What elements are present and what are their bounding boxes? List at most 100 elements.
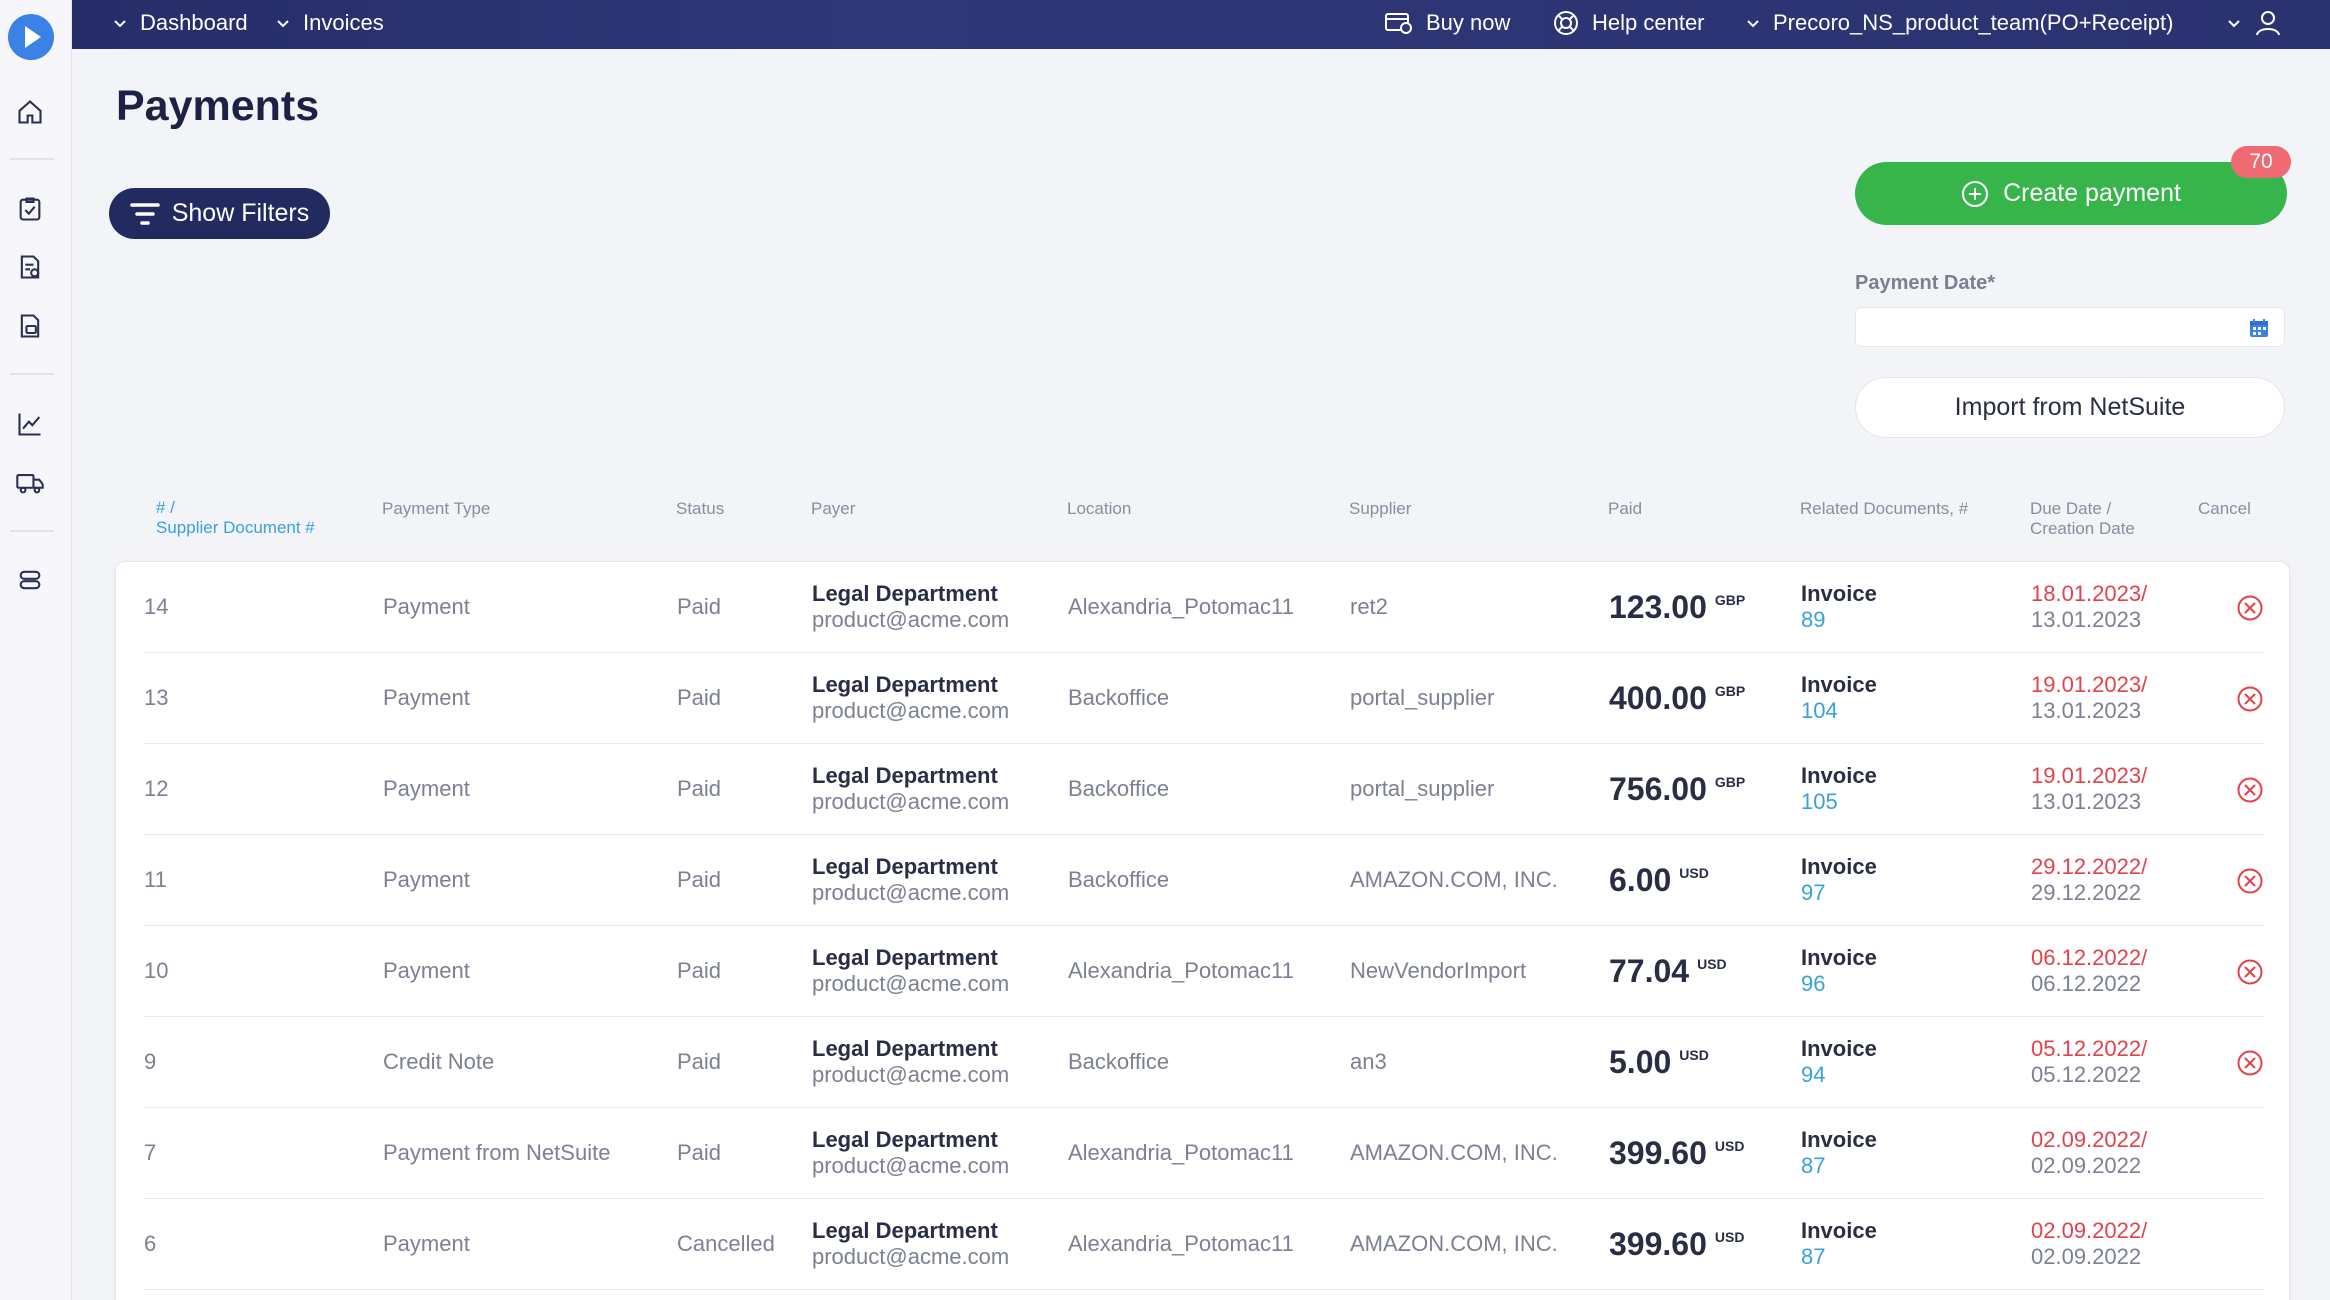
help-center-link[interactable]: Help center	[1552, 0, 1705, 45]
column-header-id-line1: # /	[156, 498, 175, 517]
cell-due-date: 29.12.2022/ 29.12.2022	[2031, 835, 2147, 925]
payer-email: product@acme.com	[812, 880, 1010, 905]
cell-payer: Legal Department product@acme.com	[812, 653, 1009, 743]
cell-payment-type: Credit Note	[383, 1049, 495, 1074]
related-document-link[interactable]: 89	[1801, 607, 1877, 633]
create-payment-button[interactable]: Create payment	[1855, 162, 2287, 225]
column-header-id-line2: Supplier Document #	[156, 518, 315, 537]
creation-date: 02.09.2022	[2031, 1244, 2142, 1269]
related-document-link[interactable]: 87	[1801, 1153, 1877, 1179]
cell-status: Paid	[677, 776, 722, 801]
sidebar-divider	[10, 530, 54, 532]
cancel-payment-icon[interactable]	[2236, 1049, 2264, 1077]
breadcrumb-dashboard[interactable]: Dashboard	[112, 0, 248, 45]
import-from-netsuite-button[interactable]: Import from NetSuite	[1855, 377, 2285, 438]
due-date: 18.01.2023/	[2031, 581, 2148, 606]
due-date: 19.01.2023/	[2031, 672, 2148, 697]
cell-due-date: 19.01.2023/ 13.01.2023	[2031, 744, 2147, 834]
cell-id: 10	[144, 958, 169, 983]
cell-payer: Legal Department product@acme.com	[812, 926, 1009, 1016]
cancel-payment-icon[interactable]	[2236, 867, 2264, 895]
related-document-link[interactable]: 105	[1801, 789, 1877, 815]
column-header-location: Location	[1067, 499, 1132, 518]
cancel-payment-icon[interactable]	[2236, 776, 2264, 804]
clipboard-check-icon[interactable]	[14, 193, 46, 225]
home-icon[interactable]	[14, 96, 46, 128]
cell-supplier: AMAZON.COM, INC.	[1350, 867, 1558, 892]
related-document-type: Invoice	[1801, 763, 1877, 788]
table-row[interactable]: 10 Payment Paid Legal Department product…	[144, 926, 2264, 1017]
related-document-link[interactable]: 104	[1801, 698, 1877, 724]
cell-paid-amount: 399.60 USD	[1609, 1199, 1744, 1289]
due-date: 29.12.2022/	[2031, 854, 2148, 879]
cell-paid-amount: 6.00 USD	[1609, 835, 1709, 925]
table-row[interactable]: 14 Payment Paid Legal Department product…	[144, 562, 2264, 653]
cell-supplier: AMAZON.COM, INC.	[1350, 1140, 1558, 1165]
table-row[interactable]: 6 Payment Cancelled Legal Department pro…	[144, 1199, 2264, 1290]
table-row[interactable]: 9 Credit Note Paid Legal Department prod…	[144, 1017, 2264, 1108]
amount-value: 123.00	[1609, 588, 1707, 625]
cell-paid-amount: 5.00 USD	[1609, 1017, 1709, 1107]
cancel-payment-icon[interactable]	[2236, 958, 2264, 986]
breadcrumb-invoices[interactable]: Invoices	[275, 0, 384, 45]
cell-location: Backoffice	[1068, 1049, 1170, 1074]
precoro-logo[interactable]	[8, 14, 54, 60]
truck-icon[interactable]	[14, 466, 46, 498]
user-menu[interactable]	[2226, 0, 2294, 45]
cell-status: Paid	[677, 685, 722, 710]
cancel-payment-icon[interactable]	[2236, 685, 2264, 713]
cell-related-document: Invoice 87	[1801, 1199, 1877, 1289]
invoice-icon[interactable]	[14, 310, 46, 342]
document-check-icon[interactable]	[14, 251, 46, 283]
cancel-payment-icon[interactable]	[2236, 594, 2264, 622]
cell-related-document: Invoice 94	[1801, 1017, 1877, 1107]
column-header-id[interactable]: # / Supplier Document #	[156, 498, 315, 538]
creation-date: 02.09.2022	[2031, 1153, 2142, 1178]
cell-location: Alexandria_Potomac11	[1068, 958, 1294, 983]
cell-payment-type: Payment	[383, 685, 470, 710]
related-document-link[interactable]: 87	[1801, 1244, 1877, 1270]
amount-value: 5.00	[1609, 1043, 1672, 1080]
table-row[interactable]: 11 Payment Paid Legal Department product…	[144, 835, 2264, 926]
company-name: Precoro_NS_product_team(PO+Receipt)	[1773, 9, 2174, 35]
related-document-link[interactable]: 97	[1801, 880, 1877, 906]
column-header-supplier: Supplier	[1349, 499, 1412, 518]
cell-supplier: portal_supplier	[1350, 776, 1495, 801]
cell-id: 6	[144, 1231, 157, 1256]
table-row[interactable]: 12 Payment Paid Legal Department product…	[144, 744, 2264, 835]
plus-circle-icon	[1962, 180, 1989, 207]
due-date: 02.09.2022/	[2031, 1127, 2148, 1152]
cell-id: 12	[144, 776, 169, 801]
cell-location: Alexandria_Potomac11	[1068, 594, 1294, 619]
related-document-link[interactable]: 94	[1801, 1062, 1877, 1088]
amount-value: 399.60	[1609, 1225, 1707, 1262]
chevron-down-icon	[277, 19, 289, 27]
cell-related-document: Invoice 89	[1801, 562, 1877, 652]
cell-location: Backoffice	[1068, 776, 1170, 801]
amount-value: 756.00	[1609, 770, 1707, 807]
table-row[interactable]: 13 Payment Paid Legal Department product…	[144, 653, 2264, 744]
cell-paid-amount: 756.00 GBP	[1609, 744, 1745, 834]
related-document-type: Invoice	[1801, 581, 1877, 606]
buy-now-link[interactable]: Buy now	[1384, 0, 1510, 45]
settings-stack-icon[interactable]	[14, 564, 46, 596]
sidebar-divider	[10, 158, 54, 160]
column-header-paid: Paid	[1608, 499, 1643, 518]
cell-id: 7	[144, 1140, 157, 1165]
user-icon	[2256, 10, 2280, 35]
payer-name: Legal Department	[812, 854, 998, 879]
cell-due-date: 06.12.2022/ 06.12.2022	[2031, 926, 2147, 1016]
column-header-cancel: Cancel	[2198, 499, 2251, 518]
company-switcher[interactable]: Precoro_NS_product_team(PO+Receipt)	[1745, 0, 2173, 45]
lifebuoy-icon	[1554, 10, 1578, 35]
show-filters-button[interactable]: Show Filters	[109, 188, 330, 239]
chevron-down-icon	[114, 19, 126, 27]
payer-name: Legal Department	[812, 1127, 998, 1152]
related-document-link[interactable]: 96	[1801, 971, 1877, 997]
payer-email: product@acme.com	[812, 971, 1010, 996]
table-row[interactable]: 7 Payment from NetSuite Paid Legal Depar…	[144, 1108, 2264, 1199]
payment-date-input[interactable]	[1855, 307, 2285, 347]
analytics-chart-icon[interactable]	[14, 408, 46, 440]
related-document-type: Invoice	[1801, 1218, 1877, 1243]
calendar-icon[interactable]	[2248, 317, 2270, 339]
